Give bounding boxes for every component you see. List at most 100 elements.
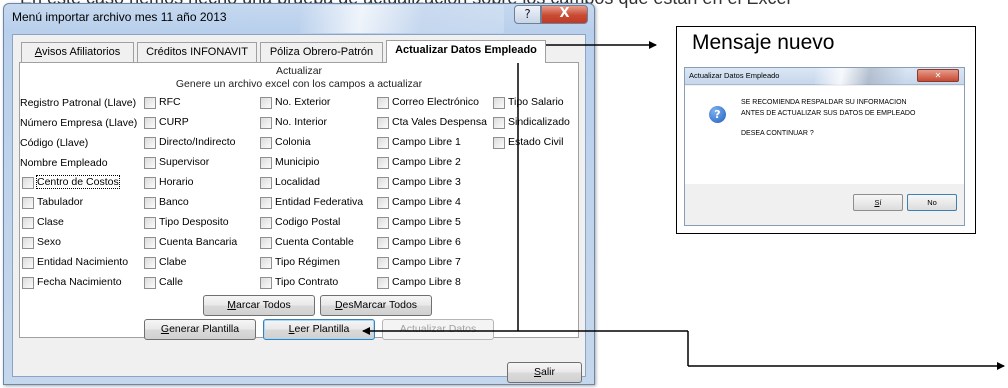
- checkbox-label[interactable]: Tipo Desposito: [159, 216, 229, 228]
- unmark-all-button[interactable]: DesMarcar Todos: [320, 295, 432, 316]
- checkbox-colonia[interactable]: [260, 137, 272, 149]
- checkbox-campo-libre-4[interactable]: [377, 197, 389, 209]
- checkbox-label[interactable]: Codigo Postal: [275, 216, 340, 228]
- checkbox-campo-libre-7[interactable]: [377, 257, 389, 269]
- checkbox-label[interactable]: Calle: [159, 276, 183, 288]
- checkbox-cuenta-contable[interactable]: [260, 237, 272, 249]
- checkbox-label[interactable]: Banco: [159, 196, 189, 208]
- checkbox-label[interactable]: Campo Libre 8: [392, 276, 461, 288]
- tab-poliza-obrero-patron[interactable]: Póliza Obrero-Patrón: [260, 42, 383, 62]
- checkbox-label[interactable]: Municipio: [275, 156, 319, 168]
- checkbox-label[interactable]: Sexo: [37, 236, 61, 248]
- checkbox-tipo-salario[interactable]: [493, 97, 505, 109]
- checkbox-label[interactable]: Fecha Nacimiento: [37, 276, 122, 288]
- close-icon[interactable]: ✕: [917, 69, 959, 82]
- checkbox-localidad[interactable]: [260, 177, 272, 189]
- checkbox-directo-indirecto[interactable]: [144, 137, 156, 149]
- checkbox-label[interactable]: Clabe: [159, 256, 186, 268]
- checkbox-label[interactable]: Campo Libre 7: [392, 256, 461, 268]
- checkbox-no-interior[interactable]: [260, 117, 272, 129]
- checkbox-label[interactable]: Tipo Régimen: [275, 256, 340, 268]
- checkbox-campo-libre-5[interactable]: [377, 217, 389, 229]
- checkbox-centro-costos[interactable]: [22, 177, 34, 189]
- help-icon: ?: [524, 7, 531, 21]
- checkbox-entidad-federativa[interactable]: [260, 197, 272, 209]
- checkbox-label[interactable]: Entidad Federativa: [275, 196, 363, 208]
- checkbox-label[interactable]: Sindicalizado: [508, 116, 570, 128]
- checkbox-correo-electronico[interactable]: [377, 97, 389, 109]
- checkbox-label[interactable]: Cta Vales Despensa: [392, 116, 487, 128]
- message-line: SE RECOMIENDA RESPALDAR SU INFORMACION: [741, 99, 907, 106]
- checkbox-label[interactable]: Correo Electrónico: [392, 96, 479, 108]
- checkbox-label[interactable]: Cuenta Contable: [275, 236, 354, 248]
- checkbox-entidad-nacimiento[interactable]: [22, 257, 34, 269]
- mark-all-button[interactable]: Marcar Todos: [203, 295, 315, 316]
- checkbox-fecha-nacimiento[interactable]: [22, 277, 34, 289]
- checkbox-label[interactable]: No. Interior: [275, 116, 327, 128]
- confirmation-dialog-thumbnail: Actualizar Datos Empleado ✕ ? SE RECOMIE…: [684, 67, 965, 226]
- checkbox-clase[interactable]: [22, 217, 34, 229]
- checkbox-campo-libre-1[interactable]: [377, 137, 389, 149]
- title-bar[interactable]: Menú importar archivo mes 11 año 2013 ? …: [4, 4, 594, 34]
- checkbox-campo-libre-6[interactable]: [377, 237, 389, 249]
- checkbox-estado-civil[interactable]: [493, 137, 505, 149]
- checkbox-label[interactable]: Entidad Nacimiento: [37, 256, 128, 268]
- checkbox-label[interactable]: CURP: [159, 116, 189, 128]
- checkbox-cuenta-bancaria[interactable]: [144, 237, 156, 249]
- checkbox-label[interactable]: Directo/Indirecto: [159, 136, 235, 148]
- checkbox-horario[interactable]: [144, 177, 156, 189]
- checkbox-campo-libre-8[interactable]: [377, 277, 389, 289]
- checkbox-clabe[interactable]: [144, 257, 156, 269]
- checkbox-label[interactable]: Campo Libre 3: [392, 176, 461, 188]
- checkbox-label[interactable]: Cuenta Bancaria: [159, 236, 237, 248]
- checkbox-curp[interactable]: [144, 117, 156, 129]
- checkbox-no-exterior[interactable]: [260, 97, 272, 109]
- yes-button[interactable]: Sí: [853, 194, 903, 211]
- checkbox-campo-libre-2[interactable]: [377, 157, 389, 169]
- checkbox-calle[interactable]: [144, 277, 156, 289]
- checkbox-label[interactable]: Campo Libre 2: [392, 156, 461, 168]
- checkbox-label[interactable]: Horario: [159, 176, 193, 188]
- checkbox-label[interactable]: Supervisor: [159, 156, 209, 168]
- checkbox-cta-vales-despensa[interactable]: [377, 117, 389, 129]
- checkbox-rfc[interactable]: [144, 97, 156, 109]
- tab-avisos-afiliatorios[interactable]: Avisos Afiliatorios: [21, 42, 134, 62]
- tab-creditos-infonavit[interactable]: Créditos INFONAVIT: [137, 42, 257, 62]
- help-button[interactable]: ?: [514, 5, 541, 24]
- checkbox-sexo[interactable]: [22, 237, 34, 249]
- checkbox-codigo-postal[interactable]: [260, 217, 272, 229]
- checkbox-tipo-contrato[interactable]: [260, 277, 272, 289]
- confirmation-dialog-body: ? SE RECOMIENDA RESPALDAR SU INFORMACION…: [685, 86, 964, 184]
- checkbox-label[interactable]: Estado Civil: [508, 136, 563, 148]
- checkbox-supervisor[interactable]: [144, 157, 156, 169]
- checkbox-label[interactable]: Tipo Salario: [508, 96, 564, 108]
- checkbox-sindicalizado[interactable]: [493, 117, 505, 129]
- checkbox-label[interactable]: Campo Libre 6: [392, 236, 461, 248]
- checkbox-label[interactable]: Tabulador: [37, 196, 83, 208]
- checkbox-label[interactable]: Campo Libre 4: [392, 196, 461, 208]
- exit-button[interactable]: Salir: [507, 362, 582, 383]
- tab-actualizar-datos-empleado[interactable]: Actualizar Datos Empleado: [386, 40, 546, 63]
- checkbox-tabulador[interactable]: [22, 197, 34, 209]
- checkbox-label[interactable]: Localidad: [275, 176, 320, 188]
- close-button[interactable]: X: [541, 5, 588, 24]
- read-template-button[interactable]: Leer Plantilla: [263, 319, 375, 340]
- checkbox-banco[interactable]: [144, 197, 156, 209]
- close-icon: X: [559, 6, 570, 21]
- checkbox-tipo-regimen[interactable]: [260, 257, 272, 269]
- checkbox-label[interactable]: Campo Libre 5: [392, 216, 461, 228]
- checkbox-municipio[interactable]: [260, 157, 272, 169]
- checkbox-label[interactable]: Tipo Contrato: [275, 276, 338, 288]
- new-message-callout: Mensaje nuevo Actualizar Datos Empleado …: [676, 26, 976, 234]
- checkbox-label[interactable]: RFC: [159, 96, 181, 108]
- checkbox-label[interactable]: Campo Libre 1: [392, 136, 461, 148]
- no-button[interactable]: No: [907, 194, 957, 211]
- checkbox-label[interactable]: Centro de Costos: [36, 175, 120, 189]
- checkbox-label[interactable]: No. Exterior: [275, 96, 330, 108]
- checkbox-label[interactable]: Clase: [37, 216, 64, 228]
- checkbox-tipo-deposito[interactable]: [144, 217, 156, 229]
- generate-template-button[interactable]: Generar Plantilla: [144, 319, 256, 340]
- checkbox-label[interactable]: Colonia: [275, 136, 311, 148]
- update-data-button[interactable]: Actualizar Datos: [382, 319, 494, 340]
- checkbox-campo-libre-3[interactable]: [377, 177, 389, 189]
